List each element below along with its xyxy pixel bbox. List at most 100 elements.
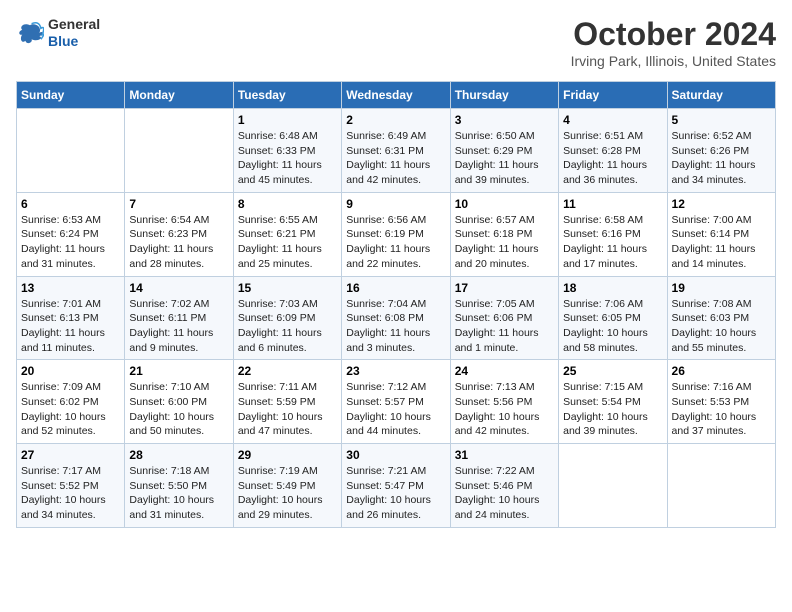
day-info: Sunrise: 7:06 AMSunset: 6:05 PMDaylight:… [563, 297, 662, 356]
day-number: 27 [21, 448, 120, 462]
day-number: 7 [129, 197, 228, 211]
header-day-tuesday: Tuesday [233, 82, 341, 109]
day-number: 23 [346, 364, 445, 378]
calendar-cell: 19 Sunrise: 7:08 AMSunset: 6:03 PMDayligh… [667, 276, 775, 360]
calendar-cell: 20 Sunrise: 7:09 AMSunset: 6:02 PMDayligh… [17, 360, 125, 444]
calendar-cell: 11Sunrise: 6:58 AMSunset: 6:16 PMDayligh… [559, 192, 667, 276]
calendar-cell: 18 Sunrise: 7:06 AMSunset: 6:05 PMDayligh… [559, 276, 667, 360]
title-block: October 2024 Irving Park, Illinois, Unit… [571, 16, 776, 69]
logo-icon [16, 19, 44, 47]
day-info: Sunrise: 7:01 AMSunset: 6:13 PMDaylight:… [21, 297, 120, 356]
header-day-thursday: Thursday [450, 82, 558, 109]
calendar-cell [17, 109, 125, 193]
week-row-5: 27 Sunrise: 7:17 AMSunset: 5:52 PMDayligh… [17, 444, 776, 528]
day-info: Sunrise: 6:56 AMSunset: 6:19 PMDaylight:… [346, 213, 445, 272]
calendar-cell: 28 Sunrise: 7:18 AMSunset: 5:50 PMDayligh… [125, 444, 233, 528]
day-number: 18 [563, 281, 662, 295]
calendar-cell: 24 Sunrise: 7:13 AMSunset: 5:56 PMDayligh… [450, 360, 558, 444]
calendar-cell: 29 Sunrise: 7:19 AMSunset: 5:49 PMDayligh… [233, 444, 341, 528]
day-number: 6 [21, 197, 120, 211]
calendar-cell [125, 109, 233, 193]
day-info: Sunrise: 7:22 AMSunset: 5:46 PMDaylight:… [455, 464, 554, 523]
calendar-cell [667, 444, 775, 528]
logo: General Blue [16, 16, 100, 50]
day-info: Sunrise: 6:52 AMSunset: 6:26 PMDaylight:… [672, 129, 771, 188]
week-row-4: 20 Sunrise: 7:09 AMSunset: 6:02 PMDayligh… [17, 360, 776, 444]
day-info: Sunrise: 7:21 AMSunset: 5:47 PMDaylight:… [346, 464, 445, 523]
logo-general: General [48, 16, 100, 33]
calendar-cell: 4 Sunrise: 6:51 AMSunset: 6:28 PMDaylight… [559, 109, 667, 193]
calendar-body: 1Sunrise: 6:48 AMSunset: 6:33 PMDaylight… [17, 109, 776, 528]
calendar-title: October 2024 [571, 16, 776, 53]
day-info: Sunrise: 7:15 AMSunset: 5:54 PMDaylight:… [563, 380, 662, 439]
calendar-cell: 6 Sunrise: 6:53 AMSunset: 6:24 PMDaylight… [17, 192, 125, 276]
calendar-cell: 12Sunrise: 7:00 AMSunset: 6:14 PMDayligh… [667, 192, 775, 276]
calendar-header: SundayMondayTuesdayWednesdayThursdayFrid… [17, 82, 776, 109]
day-info: Sunrise: 6:48 AMSunset: 6:33 PMDaylight:… [238, 129, 337, 188]
day-number: 8 [238, 197, 337, 211]
day-number: 29 [238, 448, 337, 462]
calendar-cell: 10 Sunrise: 6:57 AMSunset: 6:18 PMDayligh… [450, 192, 558, 276]
day-info: Sunrise: 7:02 AMSunset: 6:11 PMDaylight:… [129, 297, 228, 356]
calendar-cell: 3Sunrise: 6:50 AMSunset: 6:29 PMDaylight… [450, 109, 558, 193]
day-number: 21 [129, 364, 228, 378]
day-info: Sunrise: 7:09 AMSunset: 6:02 PMDaylight:… [21, 380, 120, 439]
day-info: Sunrise: 7:04 AMSunset: 6:08 PMDaylight:… [346, 297, 445, 356]
day-number: 15 [238, 281, 337, 295]
calendar-cell: 14Sunrise: 7:02 AMSunset: 6:11 PMDayligh… [125, 276, 233, 360]
week-row-3: 13Sunrise: 7:01 AMSunset: 6:13 PMDayligh… [17, 276, 776, 360]
day-info: Sunrise: 7:03 AMSunset: 6:09 PMDaylight:… [238, 297, 337, 356]
calendar-cell: 31Sunrise: 7:22 AMSunset: 5:46 PMDayligh… [450, 444, 558, 528]
day-info: Sunrise: 6:57 AMSunset: 6:18 PMDaylight:… [455, 213, 554, 272]
day-info: Sunrise: 7:12 AMSunset: 5:57 PMDaylight:… [346, 380, 445, 439]
day-number: 26 [672, 364, 771, 378]
day-number: 3 [455, 113, 554, 127]
day-info: Sunrise: 6:53 AMSunset: 6:24 PMDaylight:… [21, 213, 120, 272]
calendar-subtitle: Irving Park, Illinois, United States [571, 53, 776, 69]
day-info: Sunrise: 7:05 AMSunset: 6:06 PMDaylight:… [455, 297, 554, 356]
day-number: 24 [455, 364, 554, 378]
calendar-cell: 21Sunrise: 7:10 AMSunset: 6:00 PMDayligh… [125, 360, 233, 444]
day-number: 5 [672, 113, 771, 127]
day-info: Sunrise: 6:51 AMSunset: 6:28 PMDaylight:… [563, 129, 662, 188]
calendar-cell: 9 Sunrise: 6:56 AMSunset: 6:19 PMDaylight… [342, 192, 450, 276]
day-number: 22 [238, 364, 337, 378]
calendar-cell: 25 Sunrise: 7:15 AMSunset: 5:54 PMDayligh… [559, 360, 667, 444]
logo-blue: Blue [48, 33, 100, 50]
header-day-sunday: Sunday [17, 82, 125, 109]
day-number: 20 [21, 364, 120, 378]
day-info: Sunrise: 7:13 AMSunset: 5:56 PMDaylight:… [455, 380, 554, 439]
day-info: Sunrise: 7:17 AMSunset: 5:52 PMDaylight:… [21, 464, 120, 523]
calendar-cell [559, 444, 667, 528]
calendar-cell: 30Sunrise: 7:21 AMSunset: 5:47 PMDayligh… [342, 444, 450, 528]
header-row: SundayMondayTuesdayWednesdayThursdayFrid… [17, 82, 776, 109]
calendar-table: SundayMondayTuesdayWednesdayThursdayFrid… [16, 81, 776, 528]
header-day-wednesday: Wednesday [342, 82, 450, 109]
day-info: Sunrise: 7:00 AMSunset: 6:14 PMDaylight:… [672, 213, 771, 272]
calendar-cell: 8Sunrise: 6:55 AMSunset: 6:21 PMDaylight… [233, 192, 341, 276]
calendar-cell: 2 Sunrise: 6:49 AMSunset: 6:31 PMDaylight… [342, 109, 450, 193]
day-number: 19 [672, 281, 771, 295]
calendar-cell: 23 Sunrise: 7:12 AMSunset: 5:57 PMDayligh… [342, 360, 450, 444]
calendar-cell: 5 Sunrise: 6:52 AMSunset: 6:26 PMDaylight… [667, 109, 775, 193]
day-info: Sunrise: 7:08 AMSunset: 6:03 PMDaylight:… [672, 297, 771, 356]
header-day-friday: Friday [559, 82, 667, 109]
day-number: 16 [346, 281, 445, 295]
day-info: Sunrise: 7:16 AMSunset: 5:53 PMDaylight:… [672, 380, 771, 439]
header-day-monday: Monday [125, 82, 233, 109]
calendar-cell: 16 Sunrise: 7:04 AMSunset: 6:08 PMDayligh… [342, 276, 450, 360]
day-number: 10 [455, 197, 554, 211]
calendar-cell: 22Sunrise: 7:11 AMSunset: 5:59 PMDayligh… [233, 360, 341, 444]
day-info: Sunrise: 7:18 AMSunset: 5:50 PMDaylight:… [129, 464, 228, 523]
day-number: 4 [563, 113, 662, 127]
day-number: 9 [346, 197, 445, 211]
week-row-1: 1Sunrise: 6:48 AMSunset: 6:33 PMDaylight… [17, 109, 776, 193]
day-number: 28 [129, 448, 228, 462]
day-info: Sunrise: 7:19 AMSunset: 5:49 PMDaylight:… [238, 464, 337, 523]
day-number: 2 [346, 113, 445, 127]
week-row-2: 6 Sunrise: 6:53 AMSunset: 6:24 PMDaylight… [17, 192, 776, 276]
calendar-cell: 17Sunrise: 7:05 AMSunset: 6:06 PMDayligh… [450, 276, 558, 360]
day-number: 25 [563, 364, 662, 378]
page-header: General Blue October 2024 Irving Park, I… [16, 16, 776, 69]
day-info: Sunrise: 6:49 AMSunset: 6:31 PMDaylight:… [346, 129, 445, 188]
